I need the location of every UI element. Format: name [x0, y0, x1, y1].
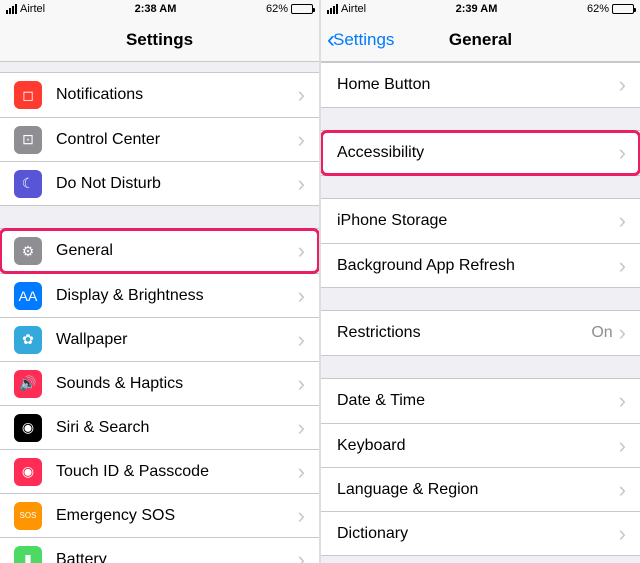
- chevron-right-icon: ›: [619, 322, 626, 344]
- chevron-right-icon: ›: [619, 210, 626, 232]
- row-emergency-sos[interactable]: SOS Emergency SOS›: [0, 493, 319, 537]
- row-dictionary[interactable]: Dictionary›: [321, 511, 640, 555]
- row-label: Notifications: [56, 86, 298, 104]
- row-label: Touch ID & Passcode: [56, 463, 298, 481]
- chevron-right-icon: ›: [298, 129, 305, 151]
- carrier-label: Airtel: [20, 3, 45, 15]
- chevron-right-icon: ›: [619, 74, 626, 96]
- battery-icon: ▮: [14, 546, 42, 563]
- dnd-icon: ☾: [14, 170, 42, 198]
- row-do-not-disturb[interactable]: ☾ Do Not Disturb›: [0, 161, 319, 205]
- row-wallpaper[interactable]: ✿ Wallpaper›: [0, 317, 319, 361]
- chevron-right-icon: ›: [619, 390, 626, 412]
- chevron-right-icon: ›: [619, 142, 626, 164]
- row-notifications[interactable]: ◻ Notifications›: [0, 73, 319, 117]
- row-label: Language & Region: [337, 481, 619, 499]
- touchid-icon: ◉: [14, 458, 42, 486]
- notifications-icon: ◻: [14, 81, 42, 109]
- chevron-right-icon: ›: [298, 417, 305, 439]
- row-label: iPhone Storage: [337, 212, 619, 230]
- battery-percent: 62%: [266, 3, 288, 15]
- general-screen: Airtel 2:39 AM 62% ‹ Settings General Ho…: [321, 0, 640, 563]
- battery-icon: [612, 4, 634, 14]
- row-label: Date & Time: [337, 392, 619, 410]
- clock: 2:39 AM: [456, 3, 498, 15]
- row-label: Restrictions: [337, 324, 591, 342]
- row-label: Control Center: [56, 131, 298, 149]
- siri-icon: ◉: [14, 414, 42, 442]
- row-control-center[interactable]: ⊡ Control Center›: [0, 117, 319, 161]
- row-sounds-haptics[interactable]: 🔊 Sounds & Haptics›: [0, 361, 319, 405]
- chevron-right-icon: ›: [619, 479, 626, 501]
- battery-icon: [291, 4, 313, 14]
- row-label: Dictionary: [337, 525, 619, 543]
- chevron-right-icon: ›: [298, 173, 305, 195]
- clock: 2:38 AM: [135, 3, 177, 15]
- control-center-icon: ⊡: [14, 126, 42, 154]
- sounds-icon: 🔊: [14, 370, 42, 398]
- row-display-brightness[interactable]: AA Display & Brightness›: [0, 273, 319, 317]
- general-icon: ⚙: [14, 237, 42, 265]
- row-label: Background App Refresh: [337, 257, 619, 275]
- row-label: Home Button: [337, 76, 619, 94]
- row-touch-id-passcode[interactable]: ◉ Touch ID & Passcode›: [0, 449, 319, 493]
- sos-icon: SOS: [14, 502, 42, 530]
- row-label: Do Not Disturb: [56, 175, 298, 193]
- row-label: Keyboard: [337, 437, 619, 455]
- row-label: Battery: [56, 551, 298, 563]
- page-title: Settings: [126, 30, 193, 50]
- row-value: On: [591, 324, 612, 342]
- back-button[interactable]: ‹ Settings: [327, 28, 394, 52]
- chevron-right-icon: ›: [298, 505, 305, 527]
- row-accessibility[interactable]: Accessibility›: [321, 131, 640, 175]
- row-label: Sounds & Haptics: [56, 375, 298, 393]
- carrier-label: Airtel: [341, 3, 366, 15]
- row-restrictions[interactable]: RestrictionsOn ›: [321, 311, 640, 355]
- row-label: Accessibility: [337, 144, 619, 162]
- nav-bar: ‹ Settings General: [321, 18, 640, 62]
- row-keyboard[interactable]: Keyboard›: [321, 423, 640, 467]
- battery-percent: 62%: [587, 3, 609, 15]
- display-icon: AA: [14, 282, 42, 310]
- row-background-app-refresh[interactable]: Background App Refresh›: [321, 243, 640, 287]
- chevron-right-icon: ›: [619, 523, 626, 545]
- row-home-button[interactable]: Home Button›: [321, 63, 640, 107]
- row-label: Siri & Search: [56, 419, 298, 437]
- status-bar: Airtel 2:39 AM 62%: [321, 0, 640, 18]
- back-label: Settings: [333, 30, 394, 50]
- row-battery[interactable]: ▮ Battery›: [0, 537, 319, 563]
- chevron-right-icon: ›: [298, 240, 305, 262]
- chevron-right-icon: ›: [298, 329, 305, 351]
- row-siri-search[interactable]: ◉ Siri & Search›: [0, 405, 319, 449]
- chevron-right-icon: ›: [298, 549, 305, 563]
- row-iphone-storage[interactable]: iPhone Storage›: [321, 199, 640, 243]
- status-bar: Airtel 2:38 AM 62%: [0, 0, 319, 18]
- settings-screen: Airtel 2:38 AM 62% Settings ◻ Notificatio…: [0, 0, 319, 563]
- chevron-right-icon: ›: [298, 84, 305, 106]
- row-label: Emergency SOS: [56, 507, 298, 525]
- row-label: Wallpaper: [56, 331, 298, 349]
- chevron-right-icon: ›: [298, 461, 305, 483]
- chevron-right-icon: ›: [619, 435, 626, 457]
- row-label: General: [56, 242, 298, 260]
- row-general[interactable]: ⚙ General›: [0, 229, 319, 273]
- chevron-right-icon: ›: [619, 255, 626, 277]
- chevron-right-icon: ›: [298, 285, 305, 307]
- signal-icon: [327, 4, 338, 14]
- row-date-time[interactable]: Date & Time›: [321, 379, 640, 423]
- chevron-right-icon: ›: [298, 373, 305, 395]
- wallpaper-icon: ✿: [14, 326, 42, 354]
- page-title: General: [449, 30, 512, 50]
- row-language-region[interactable]: Language & Region›: [321, 467, 640, 511]
- signal-icon: [6, 4, 17, 14]
- nav-bar: Settings: [0, 18, 319, 62]
- row-label: Display & Brightness: [56, 287, 298, 305]
